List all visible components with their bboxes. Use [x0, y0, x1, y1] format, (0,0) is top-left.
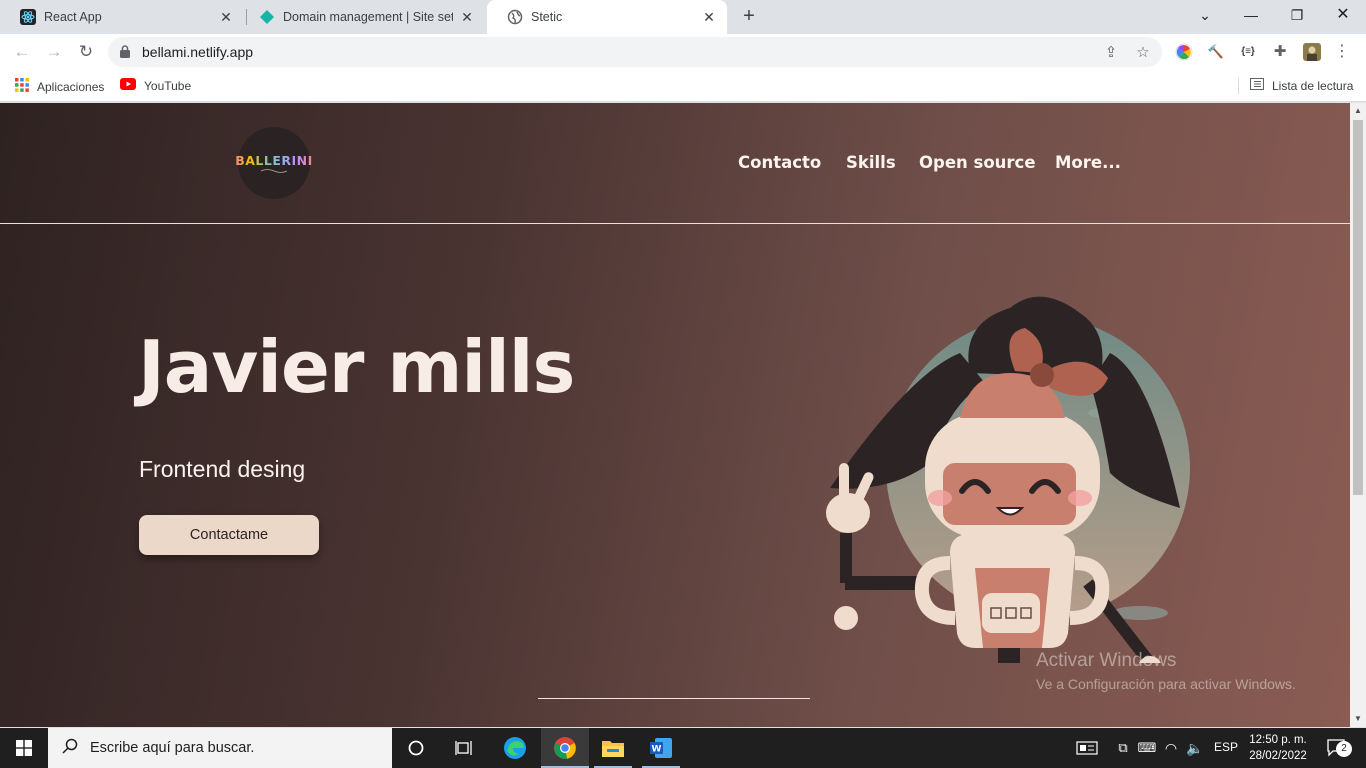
bookmark-label: Aplicaciones — [37, 79, 105, 94]
extensions-puzzle-icon[interactable]: ✚ — [1271, 43, 1289, 61]
scroll-down-icon[interactable]: ▼ — [1350, 711, 1366, 727]
url-text: bellami.netlify.app — [142, 44, 254, 60]
nav-contacto[interactable]: Contacto — [738, 153, 821, 172]
bookmark-youtube[interactable]: YouTube — [120, 78, 191, 93]
back-icon[interactable]: ← — [11, 41, 33, 63]
youtube-icon — [120, 78, 136, 93]
browser-toolbar: ← → ↻ bellami.netlify.app ⇪ ☆ 🔨 {≡} ✚ ⋮ — [0, 34, 1366, 70]
bookmarks-divider — [1238, 78, 1239, 94]
watermark-subtitle: Ve a Configuración para activar Windows. — [1036, 676, 1296, 692]
close-tab-icon[interactable]: ✕ — [701, 9, 717, 25]
scroll-up-icon[interactable]: ▲ — [1350, 103, 1366, 119]
taskbar-search-box[interactable]: Escribe aquí para buscar. — [48, 728, 392, 768]
tab-title: Domain management | Site settin — [283, 10, 453, 24]
bookmarks-bar: Aplicaciones YouTube Lista de lectura — [0, 70, 1366, 102]
tab-stetic[interactable]: Stetic ✕ — [487, 0, 727, 34]
robot-girl-illustration — [826, 296, 1190, 663]
netlify-icon — [259, 9, 275, 25]
bookmark-apps[interactable]: Aplicaciones — [15, 78, 104, 95]
close-tab-icon[interactable]: ✕ — [459, 9, 475, 25]
profile-avatar[interactable] — [1303, 43, 1321, 61]
meet-now-icon[interactable]: ⧉ — [1112, 728, 1134, 768]
reload-icon[interactable]: ↻ — [75, 41, 97, 63]
close-tab-icon[interactable]: ✕ — [218, 9, 234, 25]
system-clock[interactable]: 12:50 p. m. 28/02/2022 — [1240, 732, 1316, 764]
notification-count-badge: 2 — [1336, 741, 1352, 757]
color-picker-extension-icon[interactable] — [1175, 43, 1193, 61]
logo-flourish-icon — [260, 168, 288, 173]
globe-icon — [507, 9, 523, 25]
apps-grid-icon — [15, 78, 29, 95]
hero-title: Javier mills — [138, 325, 575, 409]
language-indicator[interactable]: ESP — [1214, 740, 1238, 754]
forward-icon[interactable]: → — [43, 41, 65, 63]
reading-list-label: Lista de lectura — [1272, 78, 1354, 93]
tab-search-chevron-icon[interactable]: ⌄ — [1182, 0, 1228, 30]
news-widget-icon[interactable] — [1072, 728, 1102, 768]
search-placeholder: Escribe aquí para buscar. — [90, 740, 255, 756]
site-logo[interactable]: BALLERINI — [235, 127, 313, 199]
restore-icon[interactable]: ❐ — [1274, 0, 1320, 30]
svg-text:W: W — [652, 745, 662, 755]
clock-time: 12:50 p. m. — [1249, 734, 1307, 746]
scrollbar-thumb[interactable] — [1353, 120, 1363, 495]
clock-date: 28/02/2022 — [1249, 750, 1307, 762]
input-method-icon[interactable]: ⌨ — [1136, 728, 1158, 768]
tab-react-app[interactable]: React App ✕ — [0, 0, 244, 34]
hero-subtitle: Frontend desing — [139, 456, 306, 482]
share-icon[interactable]: ⇪ — [1102, 44, 1120, 62]
menu-kebab-icon[interactable]: ⋮ — [1333, 43, 1351, 61]
nav-open-source[interactable]: Open source — [919, 153, 1036, 172]
tab-domain-management[interactable]: Domain management | Site settin ✕ — [239, 0, 485, 34]
volume-icon[interactable]: 🔈 — [1184, 728, 1206, 768]
header-divider — [0, 223, 1350, 224]
cortana-icon[interactable] — [396, 728, 436, 768]
reading-list-icon — [1250, 78, 1264, 93]
windows-activation-watermark: Activar Windows Ve a Configuración para … — [1036, 650, 1296, 692]
tab-title: Stetic — [531, 10, 563, 24]
windows-taskbar: Escribe aquí para buscar. W ⧉ ⌨ ◠ 🔈 ESP … — [0, 728, 1366, 768]
tab-title: React App — [44, 10, 102, 24]
task-view-icon[interactable] — [444, 728, 484, 768]
search-icon — [62, 738, 78, 759]
section-divider — [538, 698, 810, 699]
webpage-viewport: BALLERINI Contacto Skills Open source Mo… — [0, 103, 1350, 727]
logo-text: BALLERINI — [235, 152, 313, 168]
contact-button[interactable]: Contactame — [139, 515, 319, 555]
bookmark-star-icon[interactable]: ☆ — [1134, 44, 1152, 62]
nav-more[interactable]: More... — [1055, 153, 1121, 172]
json-extension-icon[interactable]: {≡} — [1239, 43, 1257, 61]
file-explorer-icon[interactable] — [590, 728, 636, 768]
wrench-extension-icon[interactable]: 🔨 — [1207, 43, 1225, 61]
react-icon — [20, 9, 36, 25]
notifications-icon[interactable]: 2 — [1320, 728, 1354, 768]
word-icon[interactable]: W — [638, 728, 684, 768]
nav-skills[interactable]: Skills — [846, 153, 896, 172]
page-scrollbar[interactable]: ▲ ▼ — [1350, 103, 1366, 727]
lock-icon[interactable] — [120, 45, 130, 58]
wifi-icon[interactable]: ◠ — [1160, 728, 1182, 768]
bookmark-label: YouTube — [144, 78, 192, 93]
tab-strip: React App ✕ Domain management | Site set… — [0, 0, 1366, 34]
edge-browser-icon[interactable] — [492, 728, 538, 768]
new-tab-icon[interactable]: + — [738, 6, 760, 28]
address-bar[interactable]: bellami.netlify.app ⇪ ☆ — [108, 37, 1162, 67]
watermark-title: Activar Windows — [1036, 650, 1177, 671]
minimize-icon[interactable]: — — [1228, 0, 1274, 30]
reading-list-button[interactable]: Lista de lectura — [1250, 78, 1353, 93]
chrome-taskbar-icon[interactable] — [541, 728, 589, 768]
start-windows-icon[interactable] — [0, 728, 48, 768]
close-window-icon[interactable]: ✕ — [1320, 0, 1366, 30]
